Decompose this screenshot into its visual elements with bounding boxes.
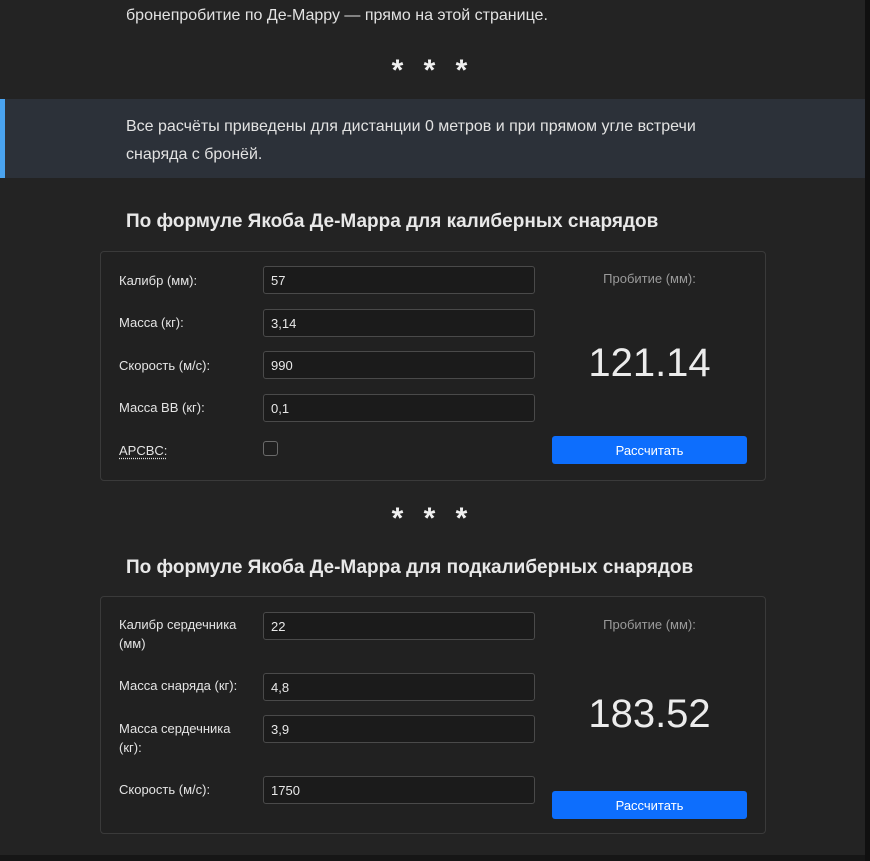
subcaliber-velocity-input[interactable] — [263, 776, 535, 804]
notice-text: Все расчёты приведены для дистанции 0 ме… — [126, 118, 696, 163]
intro-text: бронепробитие по Де-Марру — прямо на это… — [126, 7, 548, 24]
velocity-label: Скорость (м/с): — [119, 358, 211, 373]
caliber-label: Калибр (мм): — [119, 273, 198, 288]
mass-label: Масса (кг): — [119, 315, 184, 330]
page-content: бронепробитие по Де-Марру — прямо на это… — [0, 0, 865, 855]
subcaliber-velocity-label: Скорость (м/с): — [119, 782, 211, 797]
caliber-calc-title: По формуле Якоба Де-Марра для калиберных… — [126, 211, 659, 232]
shell-mass-label: Масса снаряда (кг): — [119, 678, 238, 693]
mass-input[interactable] — [263, 309, 535, 337]
velocity-input[interactable] — [263, 351, 535, 379]
notice-accent-bar — [0, 99, 5, 178]
info-notice: Все расчёты приведены для дистанции 0 ме… — [0, 99, 865, 178]
caliber-calculate-button[interactable]: Рассчитать — [552, 436, 747, 464]
explosive-mass-input[interactable] — [263, 394, 535, 422]
subcaliber-calculate-button[interactable]: Рассчитать — [552, 791, 747, 819]
core-caliber-label: Калибр сердечника (мм) — [119, 617, 237, 651]
explosive-mass-label: Масса ВВ (кг): — [119, 400, 205, 415]
core-mass-label: Масса сердечника (кг): — [119, 721, 231, 755]
core-caliber-input[interactable] — [263, 612, 535, 640]
caliber-input[interactable] — [263, 266, 535, 294]
caliber-result-value: 121.14 — [588, 341, 711, 385]
subcaliber-calculator-card: Калибр сердечника (мм) Масса снаряда (кг… — [100, 596, 766, 834]
caliber-result-label: Пробитие (мм): — [603, 271, 696, 286]
scrollbar-track[interactable] — [865, 0, 870, 861]
shell-mass-input[interactable] — [263, 673, 535, 701]
subcaliber-result-label: Пробитие (мм): — [603, 617, 696, 632]
section-divider: * * * — [391, 54, 474, 87]
subcaliber-result-value: 183.52 — [588, 692, 711, 736]
apcbc-checkbox[interactable] — [263, 441, 278, 456]
subcaliber-calc-title: По формуле Якоба Де-Марра для подкалибер… — [126, 557, 694, 578]
core-mass-input[interactable] — [263, 715, 535, 743]
caliber-calculator-card: Калибр (мм): Масса (кг): Скорость (м/с):… — [100, 251, 766, 481]
apcbc-label: APCBC: — [119, 443, 168, 458]
section-divider: * * * — [391, 502, 474, 535]
